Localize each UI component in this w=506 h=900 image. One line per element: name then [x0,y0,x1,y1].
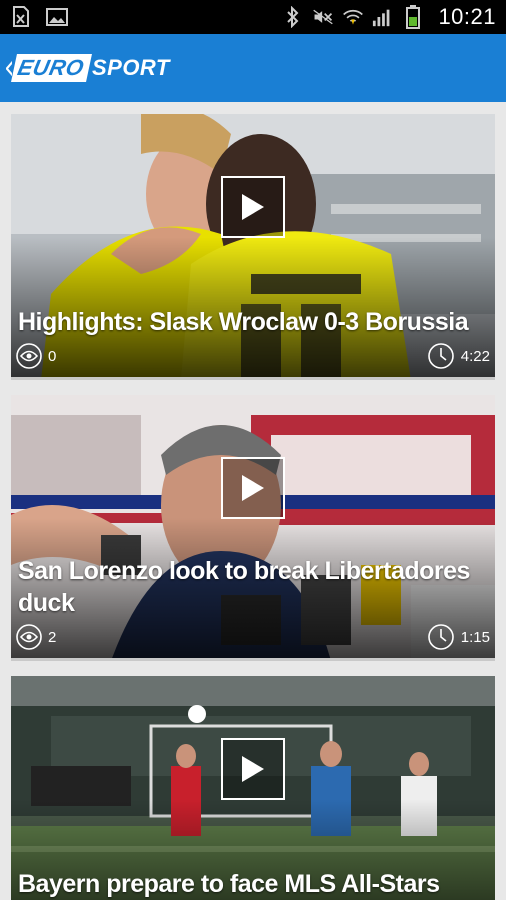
video-card[interactable]: Highlights: Slask Wroclaw 0-3 Borussia 0… [11,114,495,380]
mute-icon [312,6,334,28]
status-right: 10:21 [282,4,496,30]
eurosport-logo[interactable]: EURO SPORT [11,54,170,82]
logo-sport-text: SPORT [91,55,170,80]
document-x-icon [10,6,32,28]
play-icon [242,756,264,782]
signal-icon [372,6,394,28]
play-button[interactable] [221,738,285,800]
battery-icon [402,5,424,29]
status-time: 10:21 [438,4,496,29]
status-bar: 10:21 [0,0,506,34]
duration: 4:22 [427,343,490,369]
views: 0 [16,343,56,369]
app-bar: ‹ EURO SPORT [0,34,506,102]
status-left [10,6,68,28]
duration: 1:15 [427,624,490,650]
clock-icon [427,624,454,650]
video-feed: Highlights: Slask Wroclaw 0-3 Borussia 0… [0,102,506,900]
video-card[interactable]: Bayern prepare to face MLS All-Stars [11,676,495,900]
card-title: San Lorenzo look to break Libertadores d… [18,557,470,617]
duration-text: 1:15 [460,628,490,646]
play-icon [242,475,264,501]
card-title: Highlights: Slask Wroclaw 0-3 Borussia [18,308,469,336]
play-icon [242,194,264,220]
view-count: 0 [48,347,57,365]
play-button[interactable] [221,457,285,519]
clock-icon [427,343,454,369]
eye-icon [16,343,42,369]
card-meta: 2 1:15 [16,624,490,650]
card-meta: 0 4:22 [16,343,490,369]
eye-icon [16,624,42,650]
video-card[interactable]: San Lorenzo look to break Libertadores d… [11,395,495,661]
views: 2 [16,624,56,650]
logo-euro-text: EURO [11,54,92,82]
bluetooth-icon [282,6,304,28]
wifi-icon [342,6,364,28]
image-icon [46,6,68,28]
play-button[interactable] [221,176,285,238]
view-count: 2 [48,628,57,646]
duration-text: 4:22 [460,347,490,365]
card-title: Bayern prepare to face MLS All-Stars [18,870,440,898]
